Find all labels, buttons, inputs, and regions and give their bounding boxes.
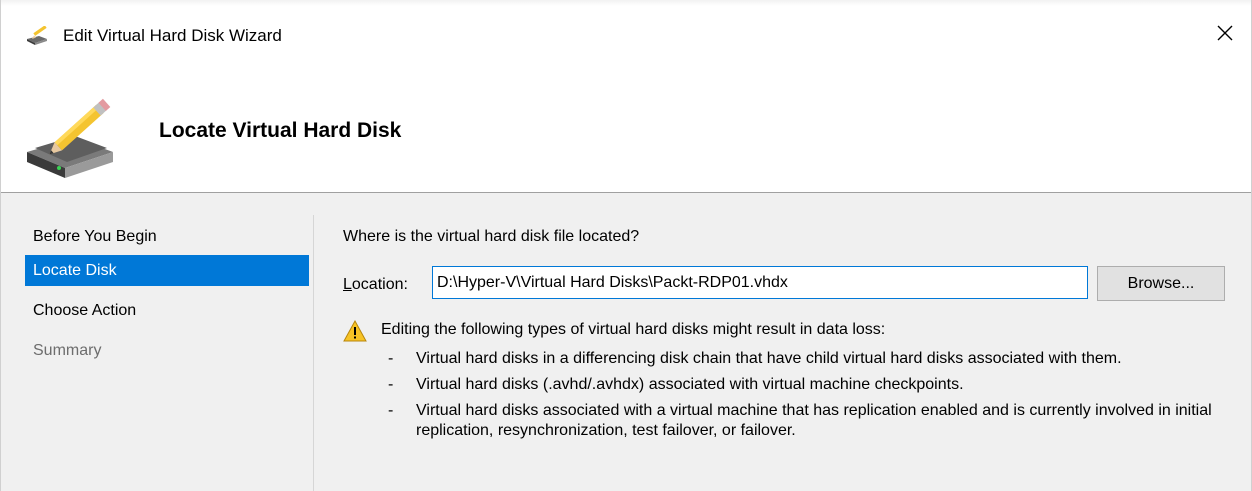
bullet-text: Virtual hard disks in a differencing dis…	[416, 350, 1122, 367]
bullet-dash: -	[388, 350, 394, 367]
location-question: Where is the virtual hard disk file loca…	[343, 228, 640, 245]
bullet-dash: -	[388, 376, 394, 393]
browse-button[interactable]: Browse...	[1097, 266, 1225, 301]
bullet-text: Virtual hard disks (.avhd/.avhdx) associ…	[416, 376, 964, 393]
list-item: - Virtual hard disks in a differencing di…	[388, 349, 1228, 369]
bullet-text: Virtual hard disks associated with a vir…	[416, 402, 1212, 439]
location-label: Location:	[343, 275, 408, 295]
location-label-rest: ocation:	[351, 276, 408, 293]
wizard-step-nav: Before You Begin Locate Disk Choose Acti…	[1, 193, 313, 491]
warning-text: Editing the following types of virtual h…	[381, 321, 886, 338]
nav-item-choose-action[interactable]: Choose Action	[25, 295, 309, 326]
wizard-header: Locate Virtual Hard Disk	[1, 72, 1251, 192]
close-icon	[1216, 24, 1234, 47]
warning-triangle-icon	[343, 319, 367, 342]
location-label-accel: L	[343, 276, 352, 293]
window-title: Edit Virtual Hard Disk Wizard	[63, 26, 282, 45]
title-bar: Edit Virtual Hard Disk Wizard	[1, 0, 1251, 72]
location-input[interactable]	[432, 266, 1088, 299]
wizard-content: Where is the virtual hard disk file loca…	[343, 193, 1243, 491]
wizard-window: Edit Virtual Hard Disk Wizard Locate Vir…	[0, 0, 1252, 491]
list-item: - Virtual hard disks associated with a vi…	[388, 401, 1228, 441]
bullet-dash: -	[388, 402, 394, 419]
nav-item-before-you-begin[interactable]: Before You Begin	[25, 221, 309, 252]
list-item: - Virtual hard disks (.avhd/.avhdx) assoc…	[388, 375, 1228, 395]
top-strip	[1, 0, 1251, 6]
wizard-body: Before You Begin Locate Disk Choose Acti…	[1, 193, 1251, 491]
nav-item-locate-disk[interactable]: Locate Disk	[25, 255, 309, 286]
browse-button-label: Browse...	[1127, 275, 1195, 292]
warning-bullet-list: - Virtual hard disks in a differencing di…	[388, 349, 1228, 447]
page-title: Locate Virtual Hard Disk	[159, 119, 402, 142]
pencil-on-hard-disk-icon	[23, 92, 119, 180]
nav-item-summary: Summary	[33, 342, 102, 359]
nav-separator	[313, 215, 314, 491]
wizard-app-icon	[25, 25, 49, 46]
close-button[interactable]	[1205, 16, 1245, 54]
